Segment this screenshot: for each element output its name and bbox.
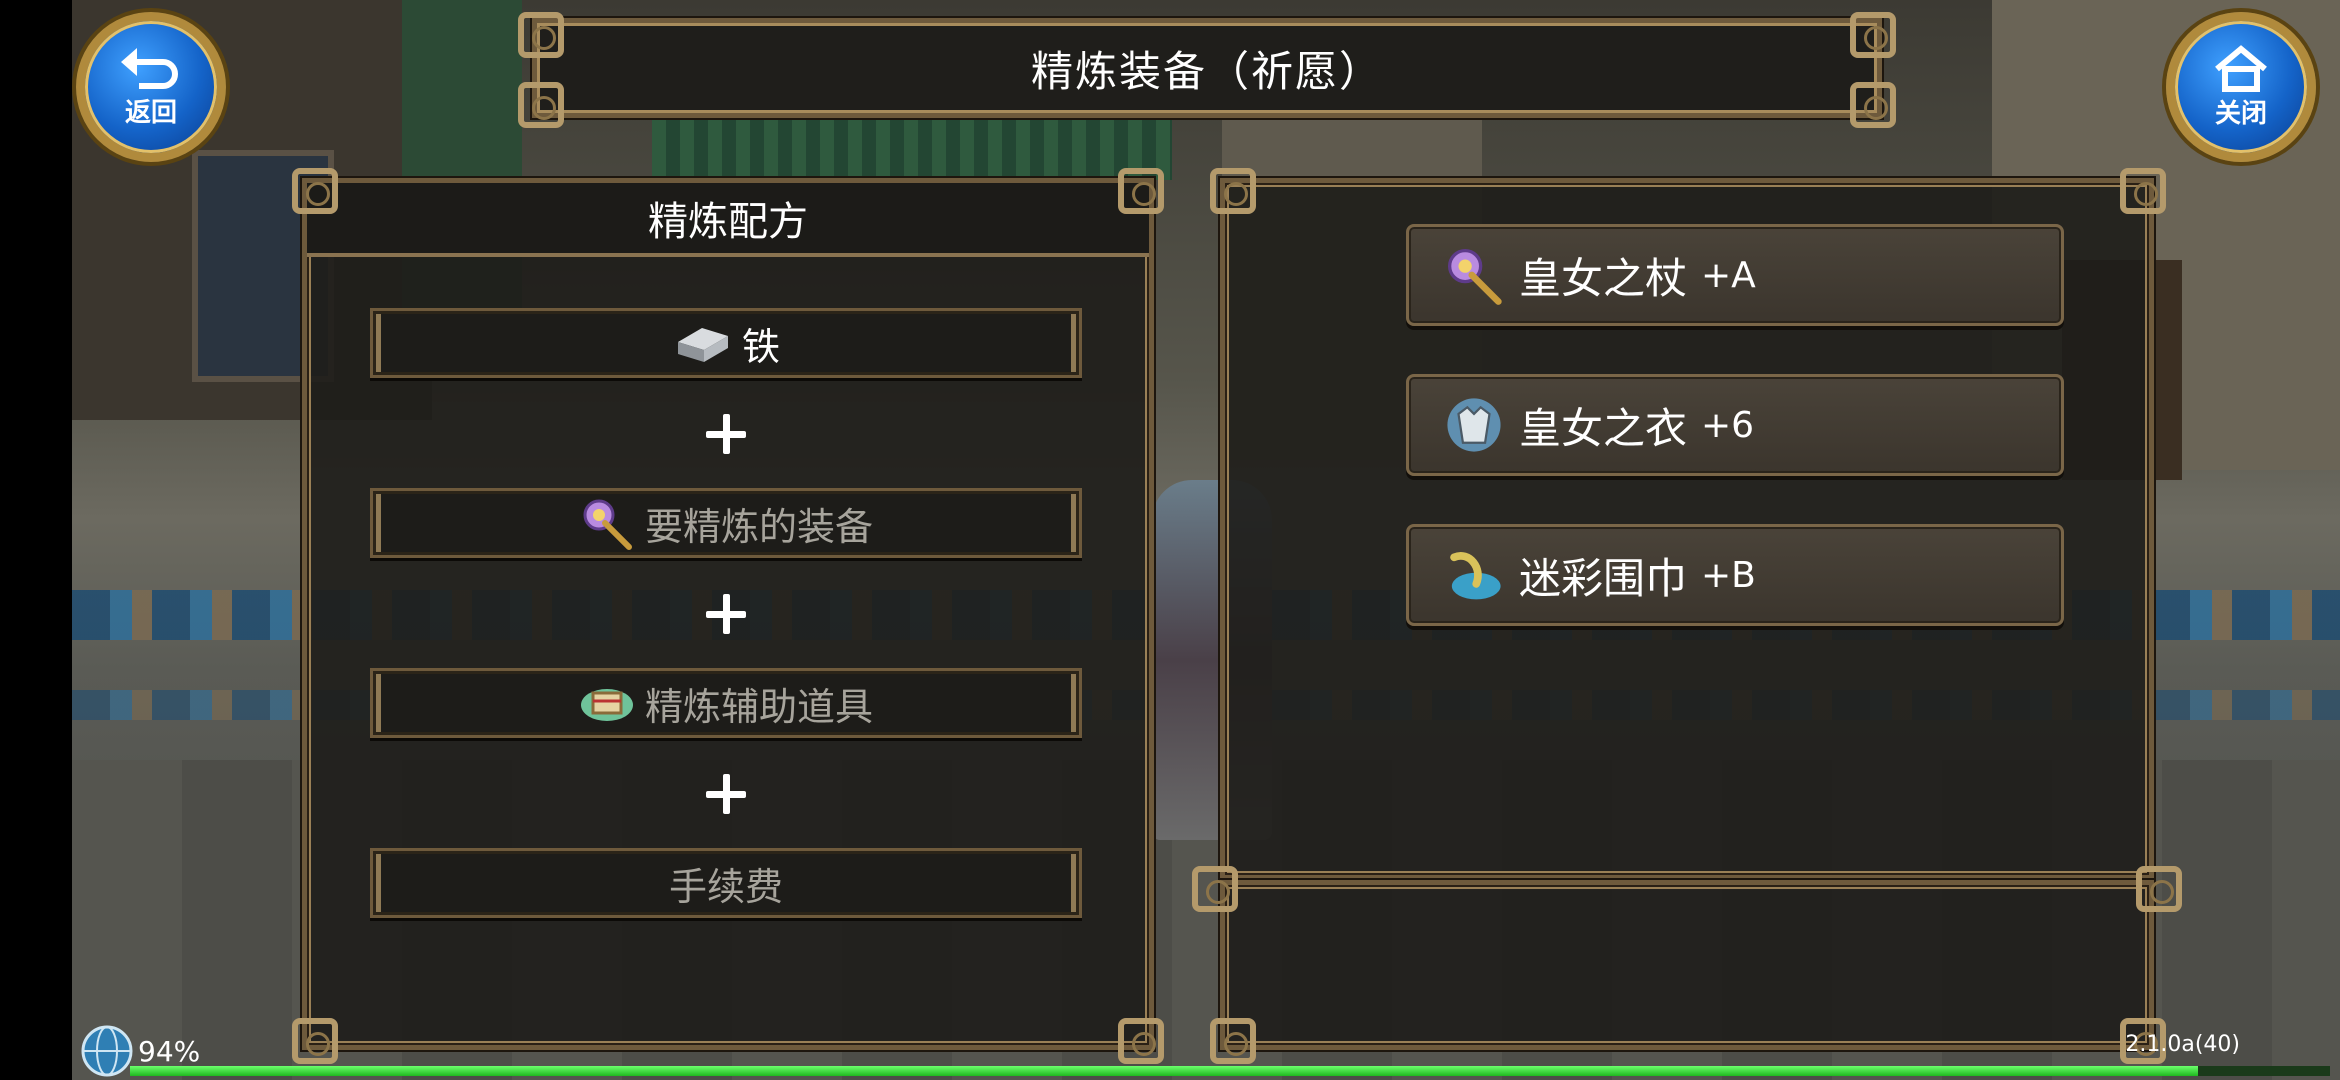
frame-corner-ornament [1850,82,1896,128]
plus-icon [706,414,746,454]
refine-box-icon [580,689,633,721]
refine-level: +B [1701,554,1756,596]
back-button[interactable]: 返回 [76,12,226,162]
slot-label: 手续费 [668,864,783,909]
armor-icon [1447,398,1501,452]
frame-corner-ornament [1210,168,1256,214]
equipment-item[interactable]: 皇女之杖 +A [1406,224,2064,326]
battery-progress-bar [130,1066,2330,1076]
frame-corner-ornament [518,82,564,128]
frame-corner-ornament [1210,1018,1256,1064]
plus-icon [706,594,746,634]
version-label: 2.1.0a(40) [2125,1032,2240,1057]
title-bar: 精炼装备（祈愿） [532,18,1882,118]
frame-corner-ornament [518,12,564,58]
slot-label: 精炼辅助道具 [644,684,873,729]
close-button-label: 关闭 [2214,98,2267,129]
recipe-slot-helper-item[interactable]: 精炼辅助道具 [370,668,1082,738]
network-globe-icon [81,1025,133,1077]
back-button-label: 返回 [124,97,177,128]
refine-level: +A [1701,254,1756,296]
equipment-detail-panel [1220,880,2154,1050]
frame-corner-ornament [292,168,338,214]
equipment-item[interactable]: 迷彩围巾 +B [1406,524,2064,626]
recipe-panel-header: 精炼配方 [307,183,1149,257]
equipment-name: 迷彩围巾 [1519,553,1688,603]
battery-progress-fill [130,1066,2198,1076]
frame-corner-ornament [1118,1018,1164,1064]
refine-level: +6 [1701,404,1755,446]
frame-corner-ornament [292,1018,338,1064]
recipe-title: 精炼配方 [648,199,808,245]
recipe-slot-equipment[interactable]: 要精炼的装备 [370,488,1082,558]
recipe-slot-fee[interactable]: 手续费 [370,848,1082,918]
frame-corner-ornament [1118,168,1164,214]
slot-label: 铁 [741,324,780,369]
battery-percent: 94% [138,1034,201,1068]
back-arrow-icon [121,47,178,89]
equipment-name: 皇女之衣 [1519,403,1688,453]
equipment-item[interactable]: 皇女之衣 +6 [1406,374,2064,476]
home-icon [2215,44,2267,92]
page-title: 精炼装备（祈愿） [1030,46,1383,96]
frame-corner-ornament [1850,12,1896,58]
staff-icon [583,499,632,550]
frame-corner-ornament [2136,866,2182,912]
frame-corner-ornament [1192,866,1238,912]
close-button[interactable]: 关闭 [2166,12,2316,162]
plus-icon [706,774,746,814]
slot-label: 要精炼的装备 [644,504,873,549]
staff-icon [1447,248,1502,305]
iron-ingot-icon [677,328,728,362]
frame-corner-ornament [2120,168,2166,214]
equipment-name: 皇女之杖 [1519,253,1688,303]
recipe-slot-material[interactable]: 铁 [370,308,1082,378]
scarf-icon [1450,552,1501,600]
